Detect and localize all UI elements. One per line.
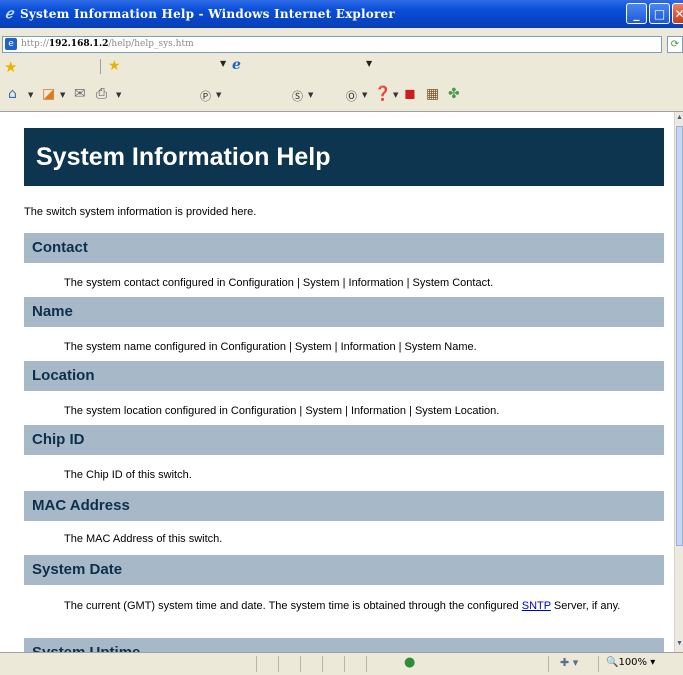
zoom-level[interactable]: 🔍100% ▾: [606, 657, 655, 668]
page-menu-button[interactable]: Ⓟ: [200, 88, 211, 104]
status-bar: ● ✚ ▾ 🔍100% ▾: [0, 652, 683, 675]
safety-menu-button[interactable]: Ⓢ: [292, 88, 303, 104]
section-heading-name: Name: [24, 297, 664, 327]
section-heading-system-date: System Date: [24, 555, 664, 585]
section-heading-system-uptime: System Uptime: [24, 638, 664, 652]
section-desc-chip-id: The Chip ID of this switch.: [64, 469, 192, 481]
feeds-icon[interactable]: ◪: [42, 86, 55, 102]
internet-zone-icon: ●: [404, 655, 416, 670]
print-icon[interactable]: ⎙: [96, 86, 107, 102]
command-bar: ⌂ ▼ ◪ ▼ ✉ ⎙ ▼ Ⓟ ▼ Ⓢ ▼ Ⓞ ▼ ❓ ▼ ◼ ▦ ✤: [0, 80, 683, 112]
page-intro: The switch system information is provide…: [24, 206, 257, 218]
ie-logo-icon: ℯ: [5, 6, 14, 22]
messenger-icon[interactable]: ✤: [448, 86, 460, 102]
section-desc-location: The system location configured in Config…: [64, 405, 500, 417]
chevron-down-icon[interactable]: ▼: [362, 91, 367, 99]
refresh-icon[interactable]: ⟳: [667, 36, 683, 53]
status-divider: [300, 656, 301, 672]
add-favorites-icon[interactable]: ★: [108, 58, 121, 74]
status-divider: [256, 656, 257, 672]
chevron-down-icon[interactable]: ▼: [60, 91, 65, 99]
page-icon: e: [5, 38, 17, 50]
sntp-link[interactable]: SNTP: [522, 600, 551, 612]
section-heading-contact: Contact: [24, 233, 664, 263]
home-icon[interactable]: ⌂: [8, 86, 17, 102]
chevron-down-icon[interactable]: ▼: [366, 59, 372, 68]
mail-icon[interactable]: ✉: [74, 86, 86, 102]
chevron-down-icon[interactable]: ▼: [116, 91, 121, 99]
scroll-thumb[interactable]: [676, 126, 683, 546]
protected-mode-icon[interactable]: ✚ ▾: [560, 656, 578, 669]
address-input[interactable]: e http://192.168.1.2/help/help_sys.htm: [2, 36, 662, 53]
tools-menu-button[interactable]: Ⓞ: [346, 88, 357, 104]
scroll-down-icon[interactable]: ▼: [675, 638, 683, 650]
section-desc-contact: The system contact configured in Configu…: [64, 277, 494, 289]
maximize-button[interactable]: □: [649, 3, 670, 24]
status-divider: [344, 656, 345, 672]
page-content: System Information Help The switch syste…: [0, 112, 674, 652]
ie-window: ℯ System Information Help - Windows Inte…: [0, 0, 683, 675]
research-icon[interactable]: ◼: [404, 86, 416, 102]
status-divider: [322, 656, 323, 672]
section-heading-chip-id: Chip ID: [24, 425, 664, 455]
scroll-up-icon[interactable]: ▲: [675, 112, 683, 124]
chevron-down-icon[interactable]: ▼: [308, 91, 313, 99]
section-desc-name: The system name configured in Configurat…: [64, 341, 477, 353]
status-divider: [548, 656, 549, 672]
status-divider: [598, 656, 599, 672]
chevron-down-icon[interactable]: ▼: [393, 91, 398, 99]
chevron-down-icon[interactable]: ▼: [220, 59, 226, 68]
chevron-down-icon[interactable]: ▼: [28, 91, 33, 99]
status-divider: [278, 656, 279, 672]
help-icon[interactable]: ❓: [374, 86, 391, 102]
title-bar[interactable]: ℯ System Information Help - Windows Inte…: [0, 0, 683, 28]
toolbar-addon-icon[interactable]: ▦: [426, 86, 439, 102]
minimize-button[interactable]: _: [626, 3, 647, 24]
tab-page-icon[interactable]: e: [232, 57, 241, 73]
favorites-star-icon[interactable]: ★: [4, 58, 17, 76]
toolbar-separator: [100, 59, 101, 74]
vertical-scrollbar[interactable]: ▲ ▼: [674, 112, 683, 652]
page-title: System Information Help: [24, 128, 664, 186]
chevron-down-icon[interactable]: ▼: [216, 91, 221, 99]
address-url: http://192.168.1.2/help/help_sys.htm: [21, 39, 194, 49]
window-title: System Information Help - Windows Intern…: [20, 7, 395, 21]
favorites-bar: ★ ★ ▼ e ▼: [0, 53, 683, 80]
close-button[interactable]: ✕: [672, 3, 683, 24]
section-heading-mac-address: MAC Address: [24, 491, 664, 521]
section-desc-system-date: The current (GMT) system time and date. …: [64, 600, 621, 612]
section-heading-location: Location: [24, 361, 664, 391]
status-divider: [366, 656, 367, 672]
section-desc-mac-address: The MAC Address of this switch.: [64, 533, 223, 545]
